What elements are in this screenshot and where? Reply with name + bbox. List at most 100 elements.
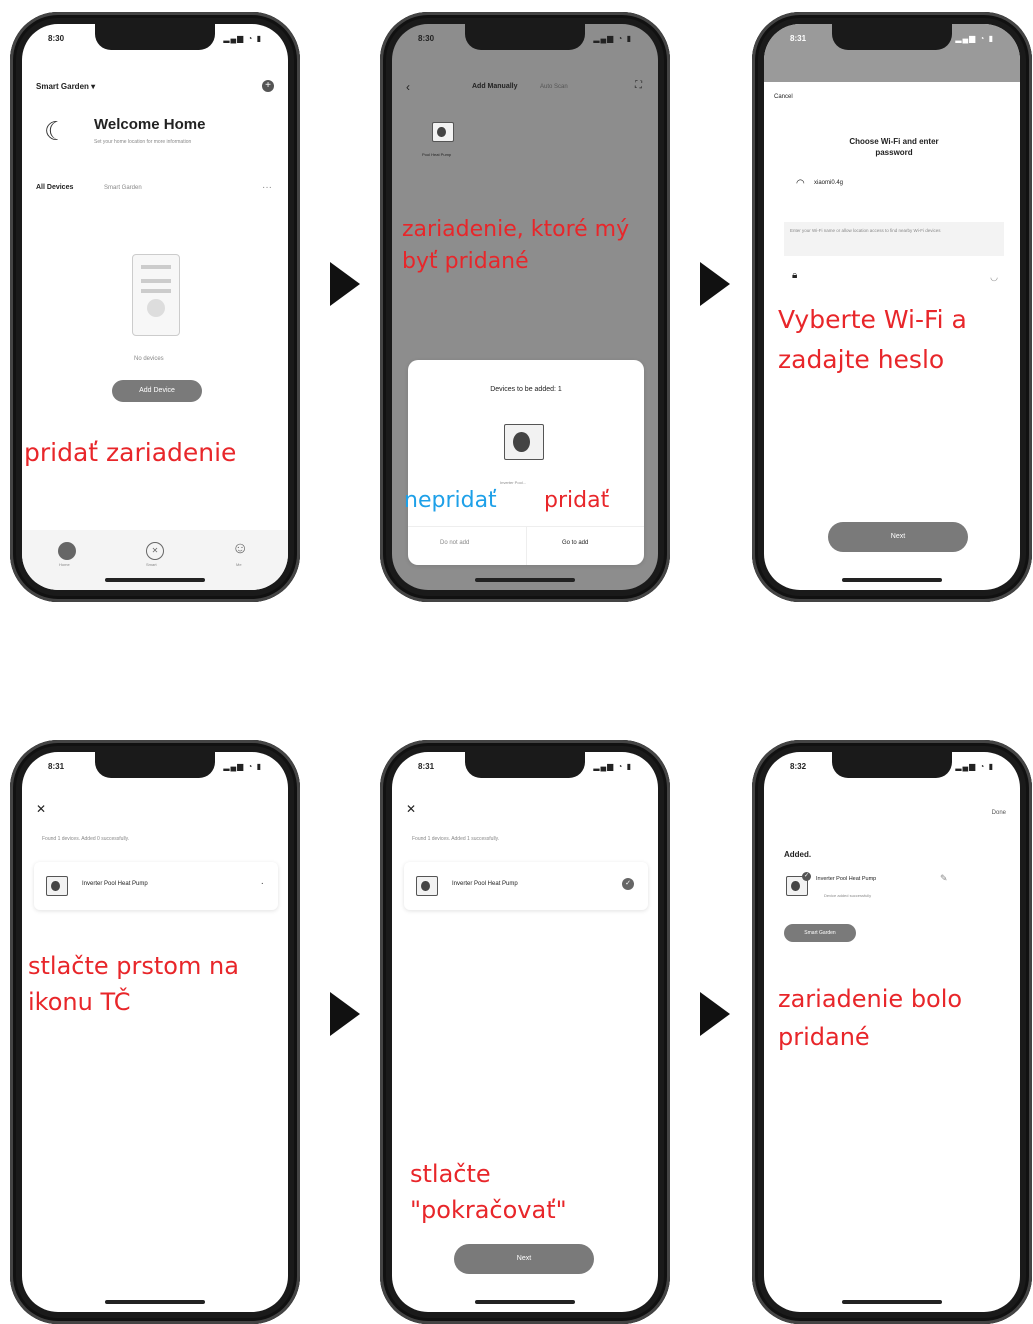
chevron-down-icon: ▾ <box>91 82 96 91</box>
go-to-add-button[interactable]: Go to add <box>562 540 588 546</box>
nav-me-label: Me <box>236 562 242 567</box>
phone-step-1: 8:30 ▂▄▆ ◔ ▮ Smart Garden ▾ + ☾ Welcome H… <box>10 12 300 602</box>
room-chip[interactable]: Smart Garden <box>784 924 856 942</box>
tab-smart-garden[interactable]: Smart Garden <box>104 185 142 191</box>
annotation-add: pridať <box>544 488 610 513</box>
screen-home: 8:30 ▂▄▆ ◔ ▮ Smart Garden ▾ + ☾ Welcome H… <box>22 24 288 590</box>
close-icon[interactable]: ✕ <box>36 802 46 816</box>
device-label: Pool Heat Pump <box>422 152 452 157</box>
back-icon[interactable]: ‹ <box>406 80 410 94</box>
status-time: 8:30 <box>418 34 435 43</box>
add-circle-icon[interactable]: + <box>262 80 274 92</box>
notch <box>465 752 585 778</box>
signal-icon: ▂▄▆ ◔ ▮ <box>955 34 994 43</box>
added-title: Added. <box>784 850 812 859</box>
status-time: 8:32 <box>790 762 807 771</box>
nav-home-label: Home <box>59 562 70 567</box>
screen-added-devices: 8:31 ▂▄▆ ◔ ▮ ✕ Found 1 devices. Added 1 s… <box>392 752 658 1312</box>
found-status: Found 1 devices. Added 1 successfully. <box>412 836 500 842</box>
device-name: Inverter Pool Heat Pump <box>816 876 877 882</box>
status-time: 8:30 <box>48 34 65 43</box>
notch <box>832 24 952 50</box>
tab-add-manually[interactable]: Add Manually <box>472 83 518 90</box>
doc-lines-icon-3 <box>141 289 171 293</box>
moon-icon: ☾ <box>44 116 68 146</box>
device-row[interactable]: Inverter Pool Heat Pump · <box>34 862 278 910</box>
edit-icon[interactable]: ✎ <box>940 873 948 884</box>
annotation-device: zariadenie, ktoré mý byť pridané <box>402 217 630 274</box>
added-success-text: Device added successfully <box>824 893 872 898</box>
phone-step-5: 8:31 ▂▄▆ ◔ ▮ ✕ Found 1 devices. Added 1 s… <box>380 740 670 1324</box>
phone-step-4: 8:31 ▂▄▆ ◔ ▮ ✕ Found 1 devices. Added 0 s… <box>10 740 300 1324</box>
notch <box>95 24 215 50</box>
add-device-button[interactable]: Add Device <box>112 380 202 402</box>
password-visibility-icon[interactable]: ◡ <box>990 272 998 283</box>
phone-step-3: 8:31 ▂▄▆ ◔ ▮ Cancel Choose Wi-Fi and ente… <box>752 12 1032 602</box>
screen-choose-wifi: 8:31 ▂▄▆ ◔ ▮ Cancel Choose Wi-Fi and ente… <box>764 24 1020 590</box>
nav-smart-label: Smart <box>146 562 157 567</box>
close-icon[interactable]: ✕ <box>406 802 416 816</box>
home-indicator <box>475 1300 575 1304</box>
wifi-icon: ◠ <box>796 178 805 189</box>
home-nav-icon[interactable] <box>58 542 76 560</box>
home-selector[interactable]: Smart Garden ▾ <box>36 82 95 91</box>
check-icon: ✓ <box>622 878 634 890</box>
smart-nav-icon[interactable]: ✕ <box>146 542 164 560</box>
signal-icon: ▂▄▆ ◔ ▮ <box>223 34 262 43</box>
notch <box>95 752 215 778</box>
me-nav-icon[interactable]: ☺ <box>232 540 248 558</box>
signal-icon: ▂▄▆ ◔ ▮ <box>593 34 632 43</box>
cancel-button[interactable]: Cancel <box>774 94 793 100</box>
wifi-name-field[interactable]: xiaomi0.4g <box>814 180 843 186</box>
check-badge-icon: ✓ <box>802 872 811 881</box>
heat-pump-icon[interactable] <box>504 424 544 460</box>
device-name: Inverter Pool Heat Pump <box>82 881 148 887</box>
annotation-tap-icon: stlačte prstom na ikonu TČ <box>28 952 239 1016</box>
next-button[interactable]: Next <box>828 522 968 552</box>
do-not-add-button[interactable]: Do not add <box>440 540 469 546</box>
home-selector-label: Smart Garden <box>36 82 89 91</box>
done-button[interactable]: Done <box>992 810 1006 816</box>
screen-device-added: 8:32 ▂▄▆ ◔ ▮ Done Added. ✓ Inverter Pool … <box>764 752 1020 1312</box>
notch <box>465 24 585 50</box>
spinner-icon: · <box>260 878 264 889</box>
tab-all-devices[interactable]: All Devices <box>36 184 73 191</box>
screen-found-devices: 8:31 ▂▄▆ ◔ ▮ ✕ Found 1 devices. Added 0 s… <box>22 752 288 1312</box>
welcome-subtitle: Set your home location for more informat… <box>94 139 192 145</box>
annotation-device-added: zariadenie bolo pridané <box>778 985 963 1051</box>
wifi-hint: Enter your Wi-Fi name or allow location … <box>784 222 1004 256</box>
next-button[interactable]: Next <box>454 1244 594 1274</box>
no-devices-text: No devices <box>134 356 164 362</box>
doc-lines-icon <box>141 265 171 269</box>
empty-devices-illustration <box>132 254 180 336</box>
heat-pump-icon[interactable] <box>416 876 438 896</box>
home-indicator <box>475 578 575 582</box>
screen-add-manually: 8:30 ▂▄▆ ◔ ▮ ‹ Add Manually Auto Scan ⛶ P… <box>392 24 658 590</box>
scan-icon[interactable]: ⛶ <box>635 80 642 91</box>
signal-icon: ▂▄▆ ◔ ▮ <box>955 762 994 771</box>
annotation-wifi: Vyberte Wi-Fi a zadajte heslo <box>778 305 967 374</box>
dialog-title: Devices to be added: 1 <box>490 386 562 393</box>
devices-dialog: Devices to be added: 1 Inverter Pool... … <box>404 360 644 565</box>
flow-arrow-1 <box>330 262 360 306</box>
plug-icon <box>147 299 165 317</box>
more-icon[interactable]: ··· <box>262 182 272 193</box>
heat-pump-icon[interactable] <box>46 876 68 896</box>
home-indicator <box>105 578 205 582</box>
dialog-device-name: Inverter Pool... <box>500 480 527 485</box>
heat-pump-icon[interactable] <box>432 122 454 142</box>
home-indicator <box>842 1300 942 1304</box>
tab-auto-scan[interactable]: Auto Scan <box>540 84 568 90</box>
device-row[interactable]: Inverter Pool Heat Pump ✓ <box>404 862 648 910</box>
dialog-button-divider <box>526 526 527 565</box>
annotation-add-device: pridať zariadenie <box>24 438 237 467</box>
phone-step-6: 8:32 ▂▄▆ ◔ ▮ Done Added. ✓ Inverter Pool … <box>752 740 1032 1324</box>
found-status: Found 1 devices. Added 0 successfully. <box>42 836 130 842</box>
status-time: 8:31 <box>418 762 435 771</box>
annotation-do-not-add: nepridať <box>404 488 497 513</box>
lock-icon: 🔒︎ <box>792 270 798 281</box>
status-time: 8:31 <box>48 762 65 771</box>
phone-step-2: 8:30 ▂▄▆ ◔ ▮ ‹ Add Manually Auto Scan ⛶ P… <box>380 12 670 602</box>
notch <box>832 752 952 778</box>
home-indicator <box>105 1300 205 1304</box>
